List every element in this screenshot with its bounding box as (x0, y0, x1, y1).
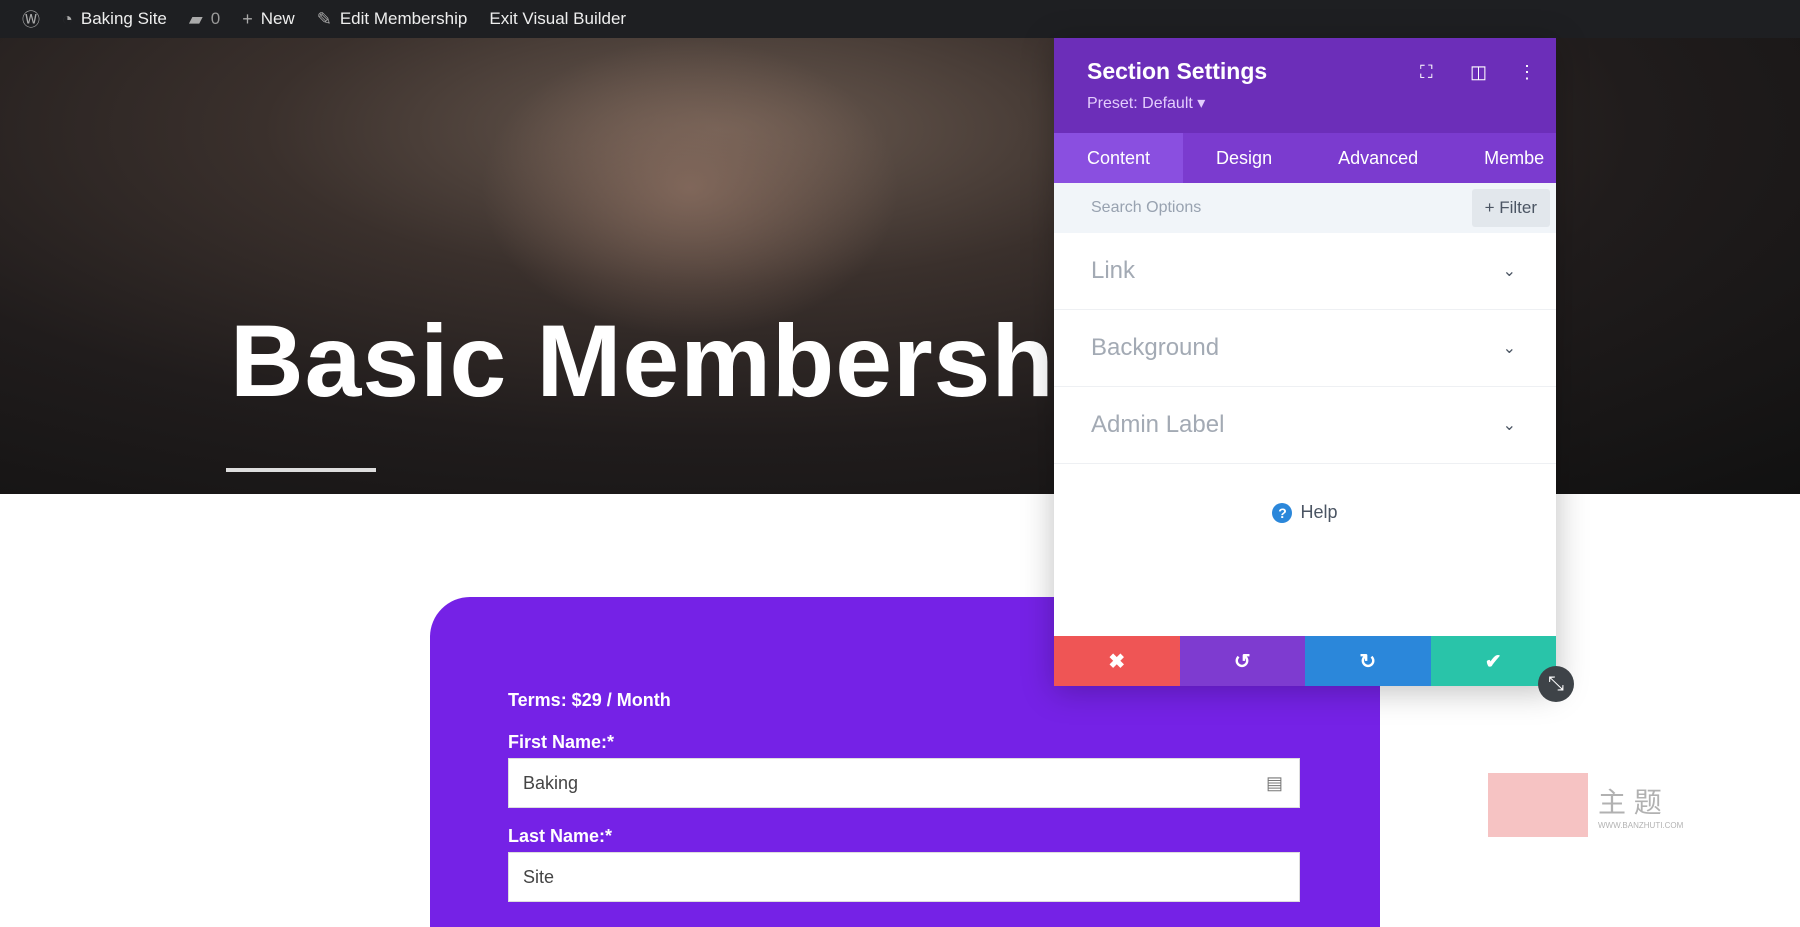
hero-divider (226, 468, 376, 472)
dashboard-icon: ◔ (62, 8, 73, 29)
toggle-label: Admin Label (1091, 411, 1225, 438)
resize-handle[interactable]: ⤡ (1538, 666, 1574, 702)
split-view-icon[interactable]: ◫ (1470, 62, 1487, 83)
last-name-input[interactable]: Site (508, 852, 1300, 902)
exit-builder-link[interactable]: Exit Visual Builder (489, 9, 626, 29)
close-icon: ✖ (1108, 650, 1126, 673)
tab-advanced[interactable]: Advanced (1305, 133, 1451, 183)
tab-membership[interactable]: Membe (1451, 133, 1556, 183)
hero-title: Basic Membersh (230, 304, 1055, 418)
toggle-admin-label[interactable]: Admin Label ⌄ (1054, 387, 1556, 464)
chevron-down-icon: ⌄ (1502, 340, 1516, 357)
site-link[interactable]: ◔ Baking Site (62, 9, 167, 30)
toggle-label: Background (1091, 334, 1220, 361)
search-options-input[interactable]: Search Options + Filter (1054, 183, 1556, 233)
resize-icon: ⤡ (1548, 672, 1564, 695)
panel-header[interactable]: Section Settings Preset: Default ▾ ⛶ ◫ ⋮ (1054, 38, 1556, 133)
tab-design[interactable]: Design (1183, 133, 1305, 183)
watermark: 主 题 WWW.BANZHUTI.COM (1488, 772, 1718, 838)
toggle-label: Link (1091, 257, 1136, 284)
toggle-link[interactable]: Link ⌄ (1054, 233, 1556, 310)
last-name-label: Last Name:* (508, 826, 613, 846)
wordpress-icon: Ⓦ (22, 10, 40, 30)
plus-icon: + (242, 8, 253, 29)
toggle-background[interactable]: Background ⌄ (1054, 310, 1556, 387)
redo-button[interactable]: ↻ (1305, 636, 1431, 686)
hero-background-image (480, 38, 900, 338)
first-name-label: First Name:* (508, 732, 615, 752)
panel-tabs: Content Design Advanced Membe (1054, 133, 1556, 183)
watermark-logo (1488, 773, 1588, 837)
contact-card-icon: ▤ (1265, 772, 1283, 793)
comment-icon: ▰ (188, 8, 203, 29)
site-name: Baking Site (80, 9, 167, 28)
exit-label: Exit Visual Builder (489, 9, 627, 28)
first-name-input[interactable]: Baking ▤ (508, 758, 1300, 808)
help-icon: ? (1272, 502, 1293, 523)
pencil-icon: ✎ (316, 8, 332, 29)
save-button[interactable]: ✔ (1430, 636, 1556, 686)
help-label: Help (1300, 502, 1338, 522)
search-placeholder: Search Options (1091, 199, 1202, 216)
terms-text: Terms: $29 / Month (508, 690, 671, 710)
preset-dropdown[interactable]: Preset: Default ▾ (1087, 93, 1556, 113)
undo-button[interactable]: ↺ (1179, 636, 1305, 686)
tab-content[interactable]: Content (1054, 133, 1184, 183)
watermark-text: 主 题 WWW.BANZHUTI.COM (1598, 786, 1684, 830)
wordpress-logo[interactable]: Ⓦ (22, 6, 40, 32)
panel-action-bar: ✖ ↺ ↻ ✔ (1054, 636, 1556, 686)
last-name-value: Site (523, 866, 555, 887)
undo-icon: ↺ (1233, 650, 1251, 673)
help-link[interactable]: ? Help (1054, 502, 1556, 523)
section-settings-panel: Section Settings Preset: Default ▾ ⛶ ◫ ⋮… (1054, 38, 1556, 686)
edit-label: Edit Membership (339, 9, 468, 28)
admin-bar: Ⓦ ◔ Baking Site ▰ 0 + New ✎ Edit Membership … (0, 0, 1800, 38)
chevron-down-icon: ⌄ (1502, 417, 1516, 434)
cancel-button[interactable]: ✖ (1054, 636, 1180, 686)
edit-link[interactable]: ✎ Edit Membership (317, 9, 468, 30)
first-name-value: Baking (523, 772, 579, 793)
redo-icon: ↻ (1359, 650, 1377, 673)
new-link[interactable]: + New (242, 9, 295, 30)
check-icon: ✔ (1484, 650, 1502, 673)
more-options-icon[interactable]: ⋮ (1518, 62, 1536, 83)
chevron-down-icon: ⌄ (1502, 263, 1516, 280)
comment-count: 0 (210, 9, 221, 28)
filter-button[interactable]: + Filter (1471, 189, 1550, 227)
fullscreen-icon[interactable]: ⛶ (1420, 62, 1433, 83)
comments-link[interactable]: ▰ 0 (189, 9, 220, 30)
new-label: New (260, 9, 295, 28)
